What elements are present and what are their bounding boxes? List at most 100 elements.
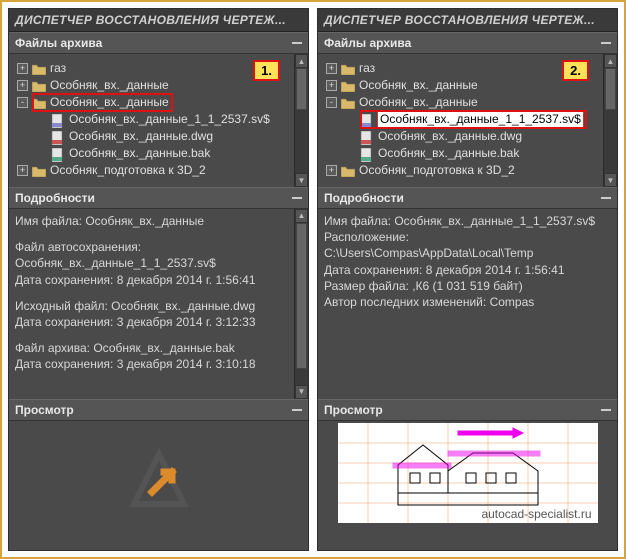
tree-label[interactable]: газ bbox=[50, 60, 66, 77]
tree-label[interactable]: Особняк_вх._данные.bak bbox=[69, 145, 210, 162]
file-bak-icon bbox=[360, 148, 374, 160]
tree-folder[interactable]: + Особняк_подготовка к 3D_2 bbox=[17, 162, 292, 179]
folder-icon bbox=[341, 63, 355, 75]
tree-file[interactable]: Особняк_вх._данные.bak bbox=[326, 145, 601, 162]
scrollbar[interactable]: ▲ ▼ bbox=[294, 209, 308, 399]
tree-folder[interactable]: + Особняк_вх._данные bbox=[17, 77, 292, 94]
detail-value: Особняк_вх._данные.dwg bbox=[111, 299, 255, 313]
scroll-up-icon[interactable]: ▲ bbox=[295, 54, 308, 68]
section-label: Подробности bbox=[15, 191, 95, 205]
expand-icon[interactable]: + bbox=[17, 165, 28, 176]
scroll-up-icon[interactable]: ▲ bbox=[295, 209, 308, 223]
tree-file[interactable]: Особняк_вх._данные.bak bbox=[17, 145, 292, 162]
tree-file[interactable]: Особняк_вх._данные.dwg bbox=[17, 128, 292, 145]
detail-label: Дата сохранения: bbox=[15, 315, 113, 329]
section-label: Файлы архива bbox=[324, 36, 411, 50]
detail-label: Имя файла: bbox=[324, 214, 391, 228]
tree-folder[interactable]: + Особняк_подготовка к 3D_2 bbox=[326, 162, 601, 179]
tree-file[interactable]: Особняк_вх._данные_1_1_2537.sv$ bbox=[17, 111, 292, 128]
scroll-down-icon[interactable]: ▼ bbox=[295, 173, 308, 187]
expand-icon[interactable]: + bbox=[17, 80, 28, 91]
tree-label[interactable]: Особняк_подготовка к 3D_2 bbox=[359, 162, 515, 179]
section-label: Файлы архива bbox=[15, 36, 102, 50]
folder-icon bbox=[32, 165, 46, 177]
collapse-icon[interactable] bbox=[601, 42, 611, 44]
collapse-icon[interactable] bbox=[292, 42, 302, 44]
tree-folder[interactable]: + Особняк_вх._данные bbox=[326, 77, 601, 94]
tree-label[interactable]: Особняк_вх._данные.bak bbox=[378, 145, 519, 162]
tree-label[interactable]: Особняк_подготовка к 3D_2 bbox=[50, 162, 206, 179]
file-bak-icon bbox=[51, 148, 65, 160]
collapse-icon[interactable]: - bbox=[326, 97, 337, 108]
detail-label: Дата сохранения: bbox=[15, 357, 113, 371]
scroll-thumb[interactable] bbox=[296, 68, 307, 110]
detail-label: Размер файла: bbox=[324, 279, 409, 293]
folder-icon bbox=[341, 80, 355, 92]
file-tree[interactable]: + газ + Особняк_вх._данные - Особняк_вх._данн… bbox=[15, 58, 292, 181]
tree-label[interactable]: Особняк_вх._данные bbox=[50, 77, 169, 94]
tree-label[interactable]: Особняк_вх._данные.dwg bbox=[69, 128, 213, 145]
details-body: Имя файла: Особняк_вх._данные Файл автос… bbox=[9, 209, 308, 399]
section-head-details[interactable]: Подробности bbox=[318, 187, 617, 209]
tree-file[interactable]: Особняк_вх._данные.dwg bbox=[326, 128, 601, 145]
tree-label[interactable]: Особняк_вх._данные.dwg bbox=[378, 128, 522, 145]
tree-folder[interactable]: - Особняк_вх._данные bbox=[326, 94, 601, 111]
expand-icon[interactable]: + bbox=[17, 63, 28, 74]
scroll-down-icon[interactable]: ▼ bbox=[604, 173, 617, 187]
tree-folder[interactable]: - Особняк_вх._данные bbox=[17, 94, 292, 111]
details-body: Имя файла: Особняк_вх._данные_1_1_2537.s… bbox=[318, 209, 617, 399]
drawing-preview: autocad-specialist.ru bbox=[338, 423, 598, 523]
file-dwg-icon bbox=[360, 131, 374, 143]
collapse-icon[interactable] bbox=[292, 197, 302, 199]
tree-label[interactable]: газ bbox=[359, 60, 375, 77]
detail-value: Особняк_вх._данные_1_1_2537.sv$ bbox=[15, 256, 216, 270]
tree-label[interactable]: Особняк_вх._данные_1_1_2537.sv$ bbox=[69, 111, 270, 128]
tree-label[interactable]: Особняк_вх._данные bbox=[50, 94, 169, 111]
detail-label: Автор последних изменений: bbox=[324, 295, 486, 309]
detail-value: ,К6 (1 031 519 байт) bbox=[412, 279, 523, 293]
section-head-preview[interactable]: Просмотр bbox=[318, 399, 617, 421]
tree-label[interactable]: Особняк_вх._данные bbox=[359, 94, 478, 111]
section-head-preview[interactable]: Просмотр bbox=[9, 399, 308, 421]
folder-icon bbox=[341, 165, 355, 177]
pane-title: ДИСПЕТЧЕР ВОССТАНОВЛЕНИЯ ЧЕРТЕЖ... bbox=[318, 9, 617, 32]
preview-body bbox=[9, 421, 308, 527]
scrollbar[interactable]: ▲ ▼ bbox=[294, 54, 308, 187]
preview-body: autocad-specialist.ru bbox=[318, 421, 617, 527]
collapse-icon[interactable] bbox=[601, 409, 611, 411]
file-sv-icon bbox=[360, 114, 374, 126]
scroll-down-icon[interactable]: ▼ bbox=[295, 385, 308, 399]
section-label: Просмотр bbox=[15, 403, 74, 417]
section-label: Подробности bbox=[324, 191, 404, 205]
pane-title: ДИСПЕТЧЕР ВОССТАНОВЛЕНИЯ ЧЕРТЕЖ... bbox=[9, 9, 308, 32]
scroll-up-icon[interactable]: ▲ bbox=[604, 54, 617, 68]
tree-file[interactable]: Особняк_вх._данные_1_1_2537.sv$ bbox=[326, 111, 601, 128]
detail-value: 3 декабря 2014 г. 3:12:33 bbox=[117, 315, 256, 329]
tree-label[interactable]: Особняк_вх._данные_1_1_2537.sv$ bbox=[378, 111, 583, 128]
folder-icon bbox=[32, 97, 46, 109]
detail-value: Особняк_вх._данные_1_1_2537.sv$ bbox=[394, 214, 595, 228]
tree-label[interactable]: Особняк_вх._данные bbox=[359, 77, 478, 94]
detail-label: Файл автосохранения: bbox=[15, 240, 141, 254]
section-head-files[interactable]: Файлы архива bbox=[318, 32, 617, 54]
scroll-thumb[interactable] bbox=[296, 223, 307, 369]
folder-icon bbox=[341, 97, 355, 109]
expand-icon[interactable]: + bbox=[326, 165, 337, 176]
detail-value: Compas bbox=[490, 295, 535, 309]
section-head-files[interactable]: Файлы архива bbox=[9, 32, 308, 54]
collapse-icon[interactable]: - bbox=[17, 97, 28, 108]
scroll-thumb[interactable] bbox=[605, 68, 616, 110]
collapse-icon[interactable] bbox=[601, 197, 611, 199]
detail-value: 8 декабря 2014 г. 1:56:41 bbox=[426, 263, 565, 277]
collapse-icon[interactable] bbox=[292, 409, 302, 411]
detail-label: Расположение: bbox=[324, 230, 409, 244]
expand-icon[interactable]: + bbox=[326, 63, 337, 74]
expand-icon[interactable]: + bbox=[326, 80, 337, 91]
detail-value: 8 декабря 2014 г. 1:56:41 bbox=[117, 273, 256, 287]
file-dwg-icon bbox=[51, 131, 65, 143]
scrollbar[interactable]: ▲ ▼ bbox=[603, 54, 617, 187]
tree-folder[interactable]: + газ bbox=[17, 60, 292, 77]
tree-folder[interactable]: + газ bbox=[326, 60, 601, 77]
section-head-details[interactable]: Подробности bbox=[9, 187, 308, 209]
file-tree[interactable]: + газ + Особняк_вх._данные - Особняк_вх._данн… bbox=[324, 58, 601, 181]
